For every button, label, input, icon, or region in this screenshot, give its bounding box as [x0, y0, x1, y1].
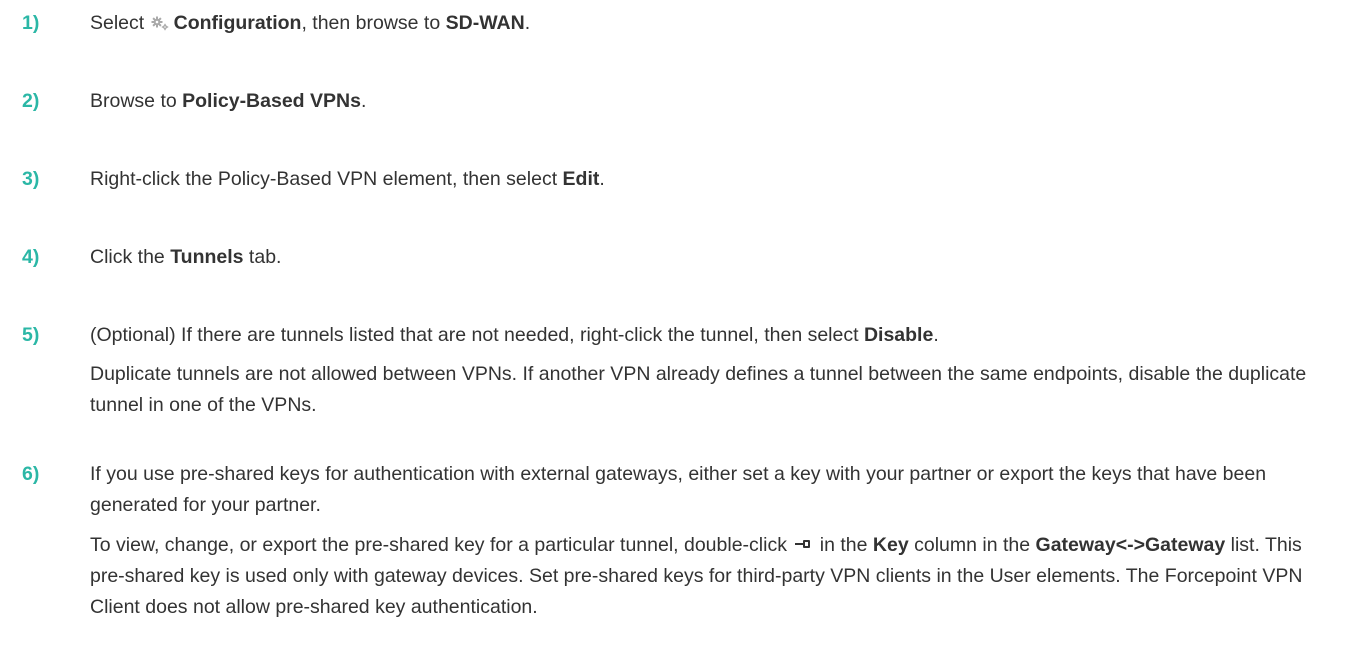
step-text: Select Configuration, then browse to SD-…: [90, 8, 1340, 39]
procedure-steps: 1) Select Configuration, then browse to …: [0, 0, 1361, 650]
step-text: (Optional) If there are tunnels listed t…: [90, 320, 1340, 351]
text-run: column in the: [908, 534, 1036, 556]
text-run: Duplicate tunnels are not allowed betwee…: [90, 363, 1307, 416]
step-number: 2): [22, 90, 40, 112]
text-run: If you use pre-shared keys for authentic…: [90, 463, 1267, 516]
step-text: Right-click the Policy-Based VPN element…: [90, 164, 1340, 195]
step-number: 5): [22, 324, 40, 346]
text-run-bold: Key: [872, 534, 909, 556]
step-note: To view, change, or export the pre-share…: [90, 529, 1340, 623]
step-text: Click the Tunnels tab.: [90, 242, 1340, 273]
text-run: Right-click the Policy-Based VPN element…: [90, 168, 563, 190]
step-number: 3): [22, 168, 40, 190]
text-run-bold: Gateway<->Gateway: [1035, 534, 1226, 556]
step-number: 4): [22, 246, 40, 268]
text-run: (Optional) If there are tunnels listed t…: [90, 324, 864, 346]
text-run-bold: Policy-Based VPNs: [182, 90, 361, 112]
step-number: 6): [22, 463, 40, 485]
text-run: , then browse to: [301, 12, 446, 34]
text-run: .: [360, 90, 367, 112]
text-run: .: [933, 324, 939, 346]
text-run: Browse to: [90, 90, 183, 112]
key-icon: [795, 529, 811, 548]
step-text: If you use pre-shared keys for authentic…: [90, 459, 1340, 521]
step-body: (Optional) If there are tunnels listed t…: [90, 320, 1340, 421]
step-text: Browse to Policy-Based VPNs.: [90, 86, 1340, 117]
text-run-bold: Tunnels: [170, 246, 244, 268]
text-run: Click the: [90, 246, 171, 268]
text-run-bold: Configuration: [173, 12, 302, 34]
text-run: .: [524, 12, 531, 34]
gear-icon: [150, 10, 170, 31]
step-body: Select Configuration, then browse to SD-…: [90, 8, 1340, 39]
text-run-bold: SD-WAN: [445, 12, 525, 34]
text-run: Select: [90, 12, 150, 34]
step-body: If you use pre-shared keys for authentic…: [90, 459, 1340, 623]
text-run: To view, change, or export the pre-share…: [90, 534, 793, 556]
step-body: Right-click the Policy-Based VPN element…: [90, 164, 1340, 195]
step-body: Browse to Policy-Based VPNs.: [90, 86, 1340, 117]
step-number: 1): [22, 12, 40, 34]
text-run: tab.: [243, 246, 282, 268]
text-run-bold: Edit: [562, 168, 600, 190]
text-run-bold: Disable: [863, 324, 934, 346]
step-body: Click the Tunnels tab.: [90, 242, 1340, 273]
text-run: .: [599, 168, 605, 190]
step-note: Duplicate tunnels are not allowed betwee…: [90, 359, 1340, 421]
text-run: in the: [814, 534, 873, 556]
